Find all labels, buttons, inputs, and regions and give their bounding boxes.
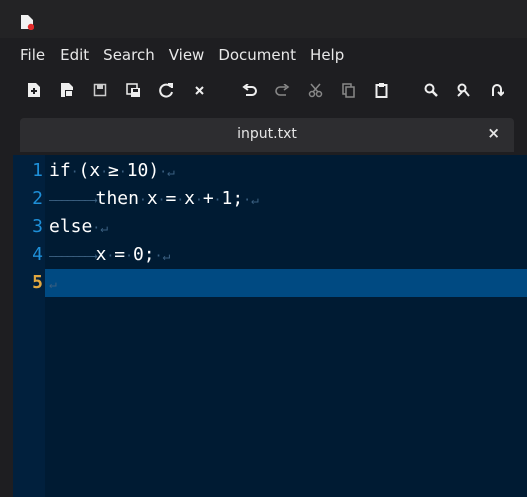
goto-icon	[492, 84, 504, 97]
line-number: 2	[32, 188, 43, 209]
space-marker: ·	[118, 165, 127, 180]
space-marker: ·	[125, 249, 133, 264]
find-button[interactable]	[421, 78, 441, 102]
space-marker: ·	[176, 193, 185, 208]
new-file-icon	[28, 83, 40, 97]
search-icon	[424, 83, 438, 97]
token: x	[95, 244, 107, 265]
token: +	[202, 188, 214, 209]
code-line: 5 ↵	[13, 269, 527, 297]
tab-close-button[interactable]: ×	[487, 124, 500, 142]
space-marker: ·	[195, 193, 203, 208]
token: then	[95, 188, 139, 209]
newline-marker: ↵	[100, 221, 109, 236]
menu-search[interactable]: Search	[103, 46, 155, 64]
token: =	[114, 244, 126, 265]
space-marker: ·	[159, 165, 168, 180]
redo-button[interactable]	[272, 78, 292, 102]
code-text: if·(x·≥·10)·↵	[49, 157, 175, 187]
token: =	[165, 188, 177, 209]
menu-help[interactable]: Help	[310, 46, 344, 64]
space-marker: ·	[213, 193, 222, 208]
token: ≥	[108, 160, 119, 181]
reload-button[interactable]	[156, 78, 176, 102]
newline-marker: ↵	[162, 249, 171, 264]
editor-area[interactable]: 1 if·(x·≥·10)·↵ 2 ———————→then·x·=·x·+·1…	[13, 155, 527, 497]
toolbar	[0, 74, 527, 106]
line-number: 4	[32, 244, 43, 265]
code-line: 2 ———————→then·x·=·x·+·1;·↵	[13, 185, 527, 213]
cut-icon	[308, 83, 322, 97]
token: else	[49, 216, 93, 237]
line-number: 3	[32, 216, 43, 237]
cut-button[interactable]	[305, 78, 325, 102]
code-line: 4 ———————→x·=·0;·↵	[13, 241, 527, 269]
undo-button[interactable]	[239, 78, 259, 102]
menu-edit[interactable]: Edit	[60, 46, 89, 64]
token: if	[49, 160, 71, 181]
newline-marker: ↵	[49, 277, 57, 292]
redo-icon	[274, 83, 289, 96]
menu-document[interactable]: Document	[218, 46, 296, 64]
save-button[interactable]	[90, 78, 110, 102]
token: 0;	[132, 244, 155, 265]
code-text: else·↵	[49, 213, 108, 243]
close-button[interactable]	[189, 78, 209, 102]
token: x	[184, 188, 195, 209]
open-file-button[interactable]	[57, 78, 77, 102]
undo-icon	[241, 83, 257, 96]
menu-bar: File Edit Search View Document Help	[0, 43, 344, 67]
tab-marker: ———————→	[49, 193, 98, 208]
document-tab[interactable]: input.txt ×	[20, 118, 514, 152]
space-marker: ·	[243, 193, 252, 208]
line-number: 5	[32, 272, 43, 293]
line-number: 1	[32, 160, 43, 181]
code-text: ↵	[49, 269, 57, 299]
code-text: ———————→then·x·=·x·+·1;·↵	[49, 185, 259, 215]
token: x	[146, 188, 158, 209]
space-marker: ·	[138, 193, 147, 208]
newline-marker: ↵	[251, 193, 259, 208]
token: 1;	[221, 188, 244, 209]
open-file-icon	[61, 83, 73, 97]
code-line: 1 if·(x·≥·10)·↵	[13, 157, 527, 185]
space-marker: ·	[92, 221, 101, 236]
save-icon	[93, 83, 107, 97]
token: (x	[78, 160, 101, 181]
new-file-button[interactable]	[24, 78, 44, 102]
paste-icon	[375, 83, 387, 98]
copy-icon	[341, 82, 355, 98]
token: 10)	[126, 160, 160, 181]
space-marker: ·	[70, 165, 79, 180]
title-bar	[0, 0, 527, 38]
code-line: 3 else·↵	[13, 213, 527, 241]
save-all-icon	[125, 82, 140, 97]
goto-button[interactable]	[487, 78, 507, 102]
find-replace-icon	[457, 83, 470, 97]
menu-file[interactable]: File	[20, 46, 45, 64]
code-text: ———————→x·=·0;·↵	[49, 241, 170, 271]
tab-marker: ———————→	[49, 249, 98, 264]
app-icon	[21, 15, 34, 30]
newline-marker: ↵	[167, 165, 175, 180]
find-replace-button[interactable]	[454, 78, 474, 102]
copy-button[interactable]	[338, 78, 358, 102]
reload-icon	[158, 82, 173, 98]
close-icon	[194, 85, 204, 95]
save-all-button[interactable]	[123, 78, 143, 102]
paste-button[interactable]	[371, 78, 391, 102]
space-marker: ·	[100, 165, 109, 180]
menu-view[interactable]: View	[169, 46, 205, 64]
tab-title: input.txt	[237, 126, 297, 142]
